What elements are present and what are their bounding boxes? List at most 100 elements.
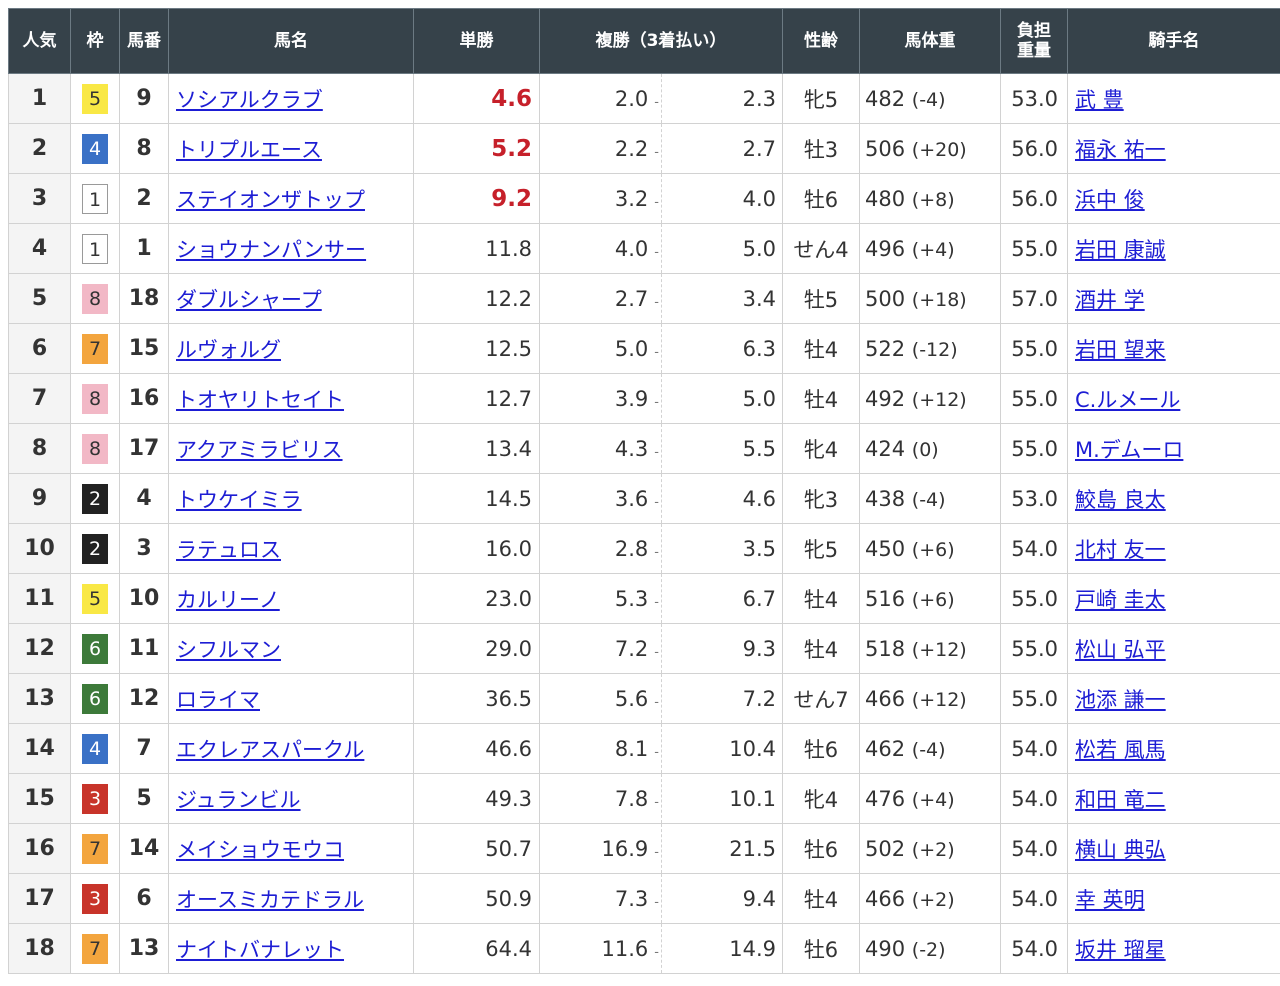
waku-badge: 7 [82, 933, 108, 964]
horse-weight-cell: 506 (+20) [859, 123, 1001, 174]
waku-cell: 5 [70, 73, 120, 124]
horse-weight: 496 [865, 236, 906, 261]
sex-age: 牡3 [782, 123, 860, 174]
popularity-rank: 8 [8, 423, 71, 474]
horse-name-cell: アクアミラビリス [168, 423, 414, 474]
horse-name-link[interactable]: ナイトバナレット [176, 938, 344, 962]
horse-weight: 502 [865, 836, 906, 861]
horse-weight-diff: (+20) [911, 138, 967, 161]
place-odds-separator: - [654, 594, 659, 610]
burden-weight: 54.0 [1000, 723, 1068, 774]
horse-number: 11 [119, 623, 169, 674]
horse-name-cell: トウケイミラ [168, 473, 414, 524]
jockey-link[interactable]: M.デムーロ [1075, 438, 1183, 462]
burden-weight: 55.0 [1000, 573, 1068, 624]
waku-cell: 4 [70, 123, 120, 174]
table-row: 6 7 15 ルヴォルグ 12.5 5.0-6.3 牡4 522 (-12) 55.0 岩田 望来 [8, 323, 1280, 374]
horse-name-link[interactable]: オースミカテドラル [176, 888, 364, 912]
horse-weight-diff: (+12) [911, 688, 967, 711]
horse-weight: 500 [865, 286, 906, 311]
jockey-link[interactable]: 池添 謙一 [1075, 688, 1166, 712]
horse-number: 1 [119, 223, 169, 274]
table-row: 16 7 14 メイショウモウコ 50.7 16.9-21.5 牡6 502 (+2) 54.0… [8, 823, 1280, 874]
horse-weight-cell: 482 (-4) [859, 73, 1001, 124]
popularity-rank: 3 [8, 173, 71, 224]
jockey-cell: 和田 竜二 [1067, 773, 1280, 824]
horse-name-link[interactable]: トウケイミラ [176, 488, 302, 512]
place-odds-max: 6.7 [661, 573, 783, 624]
burden-weight: 56.0 [1000, 173, 1068, 224]
jockey-link[interactable]: 岩田 康誠 [1075, 238, 1166, 262]
horse-weight: 462 [865, 736, 906, 761]
horse-name-link[interactable]: ステイオンザトップ [176, 188, 365, 212]
horse-name-cell: ロライマ [168, 673, 414, 724]
jockey-link[interactable]: 福永 祐一 [1075, 138, 1166, 162]
horse-name-link[interactable]: ダブルシャープ [176, 288, 322, 312]
place-odds-min-cell: 2.0- [539, 73, 662, 124]
jockey-link[interactable]: 幸 英明 [1075, 888, 1145, 912]
horse-name-link[interactable]: ジュランビル [176, 788, 301, 812]
horse-name-link[interactable]: エクレアスパークル [176, 738, 364, 762]
jockey-link[interactable]: 和田 竜二 [1075, 788, 1166, 812]
jockey-link[interactable]: 鮫島 良太 [1075, 488, 1166, 512]
waku-cell: 8 [70, 423, 120, 474]
burden-weight: 55.0 [1000, 673, 1068, 724]
table-row: 7 8 16 トオヤリトセイト 12.7 3.9-5.0 牡4 492 (+12) 55.0 C.… [8, 373, 1280, 424]
place-odds-min: 5.0 [614, 336, 649, 361]
waku-badge: 1 [82, 233, 108, 264]
burden-weight: 57.0 [1000, 273, 1068, 324]
burden-weight: 55.0 [1000, 373, 1068, 424]
horse-name-link[interactable]: アクアミラビリス [176, 438, 343, 462]
horse-name-link[interactable]: シフルマン [176, 638, 281, 662]
jockey-link[interactable]: 松若 風馬 [1075, 738, 1166, 762]
horse-name-link[interactable]: メイショウモウコ [176, 838, 344, 862]
horse-name-link[interactable]: ラテュロス [176, 538, 281, 562]
place-odds-min: 7.8 [614, 786, 649, 811]
horse-name-link[interactable]: トオヤリトセイト [176, 388, 344, 412]
popularity-rank: 1 [8, 73, 71, 124]
odds-table-container: 人気 枠 馬番 馬名 単勝 複勝（3着払い） 性齢 馬体重 負担 重量 騎手名 1… [8, 8, 1280, 974]
horse-name-link[interactable]: ソシアルクラブ [176, 88, 323, 112]
jockey-link[interactable]: 武 豊 [1075, 88, 1124, 112]
jockey-link[interactable]: 横山 典弘 [1075, 838, 1166, 862]
horse-name-link[interactable]: ショウナンパンサー [176, 238, 366, 262]
sex-age: 牡6 [782, 823, 860, 874]
horse-name-link[interactable]: ロライマ [176, 688, 260, 712]
horse-name-cell: オースミカテドラル [168, 873, 414, 924]
jockey-cell: 鮫島 良太 [1067, 473, 1280, 524]
place-odds-min-cell: 16.9- [539, 823, 662, 874]
place-odds-separator: - [654, 894, 659, 910]
horse-weight: 492 [865, 386, 906, 411]
popularity-rank: 5 [8, 273, 71, 324]
jockey-link[interactable]: 坂井 瑠星 [1075, 938, 1166, 962]
jockey-link[interactable]: 戸崎 圭太 [1075, 588, 1166, 612]
waku-cell: 7 [70, 323, 120, 374]
jockey-link[interactable]: C.ルメール [1075, 388, 1180, 412]
jockey-cell: 戸崎 圭太 [1067, 573, 1280, 624]
waku-cell: 3 [70, 873, 120, 924]
burden-weight: 54.0 [1000, 923, 1068, 974]
jockey-link[interactable]: 北村 友一 [1075, 538, 1166, 562]
jockey-link[interactable]: 酒井 学 [1075, 288, 1145, 312]
horse-name-link[interactable]: ルヴォルグ [176, 338, 281, 362]
jockey-link[interactable]: 岩田 望来 [1075, 338, 1166, 362]
place-odds-min: 2.8 [614, 536, 649, 561]
jockey-link[interactable]: 浜中 俊 [1075, 188, 1145, 212]
horse-name-link[interactable]: カルリーノ [176, 588, 280, 612]
win-odds: 23.0 [413, 573, 540, 624]
horse-weight: 466 [865, 686, 906, 711]
jockey-link[interactable]: 松山 弘平 [1075, 638, 1166, 662]
table-row: 14 4 7 エクレアスパークル 46.6 8.1-10.4 牡6 462 (-4) 54.0 松… [8, 723, 1280, 774]
sex-age: 牝5 [782, 73, 860, 124]
sex-age: 牡4 [782, 623, 860, 674]
horse-name-cell: カルリーノ [168, 573, 414, 624]
horse-weight-diff: (+8) [911, 188, 955, 211]
popularity-rank: 4 [8, 223, 71, 274]
burden-weight: 53.0 [1000, 73, 1068, 124]
horse-name-cell: エクレアスパークル [168, 723, 414, 774]
horse-name-link[interactable]: トリプルエース [176, 138, 322, 162]
horse-weight-diff: (-4) [911, 488, 946, 511]
horse-number: 8 [119, 123, 169, 174]
place-odds-min: 4.3 [614, 436, 649, 461]
header-row: 人気 枠 馬番 馬名 単勝 複勝（3着払い） 性齢 馬体重 負担 重量 騎手名 [8, 8, 1280, 74]
